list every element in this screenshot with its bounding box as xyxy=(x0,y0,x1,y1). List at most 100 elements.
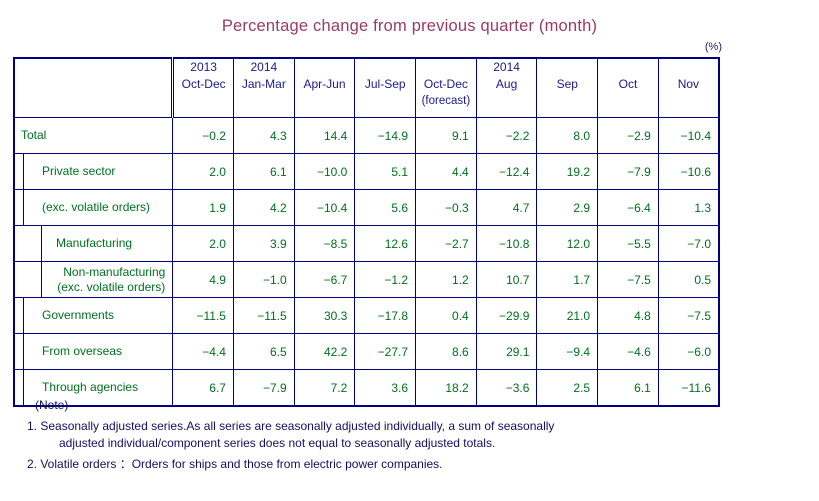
notes-heading: (Note) xyxy=(35,398,69,412)
data-cell: 29.1 xyxy=(475,333,538,370)
header-year: 2014 xyxy=(250,60,278,74)
header-quarter-3: Jul-Sep xyxy=(354,57,417,118)
data-cell: 1.7 xyxy=(536,261,599,298)
data-cell: 14.4 xyxy=(293,117,356,154)
header-year xyxy=(598,59,658,76)
header-year xyxy=(659,59,718,76)
data-cell: 12.6 xyxy=(354,225,417,262)
row-label-cell: Non-manufacturing (exc. volatile orders) xyxy=(13,261,174,298)
header-year: 2013 xyxy=(190,60,217,74)
data-cell: −7.5 xyxy=(657,297,720,334)
data-cell: −27.7 xyxy=(354,333,417,370)
header-year xyxy=(295,59,355,76)
header-period: Nov xyxy=(677,77,700,91)
data-cell: 10.7 xyxy=(475,261,538,298)
data-cell: −4.4 xyxy=(172,333,234,370)
header-month-2: Oct xyxy=(597,57,659,118)
row-label-indent: Non-manufacturing (exc. volatile orders) xyxy=(41,262,165,297)
data-cell: 3.9 xyxy=(232,225,295,262)
data-cell: 1.9 xyxy=(172,189,234,226)
data-cell: −2.2 xyxy=(475,117,538,154)
data-cell: −12.4 xyxy=(475,153,538,190)
data-cell: −8.5 xyxy=(293,225,356,262)
data-cell: −11.5 xyxy=(172,297,234,334)
data-cell: 30.3 xyxy=(293,297,356,334)
note-item: 1. Seasonally adjusted series.As all ser… xyxy=(13,418,793,452)
data-cell: 4.4 xyxy=(415,153,477,190)
data-cell: −29.9 xyxy=(475,297,538,334)
data-cell: 4.2 xyxy=(232,189,295,226)
data-cell: −4.6 xyxy=(597,333,659,370)
table-row: (exc. volatile orders) 1.9 4.2 −10.4 5.6 −0.3… xyxy=(13,189,720,226)
data-cell: 0.4 xyxy=(415,297,477,334)
header-quarter-1: 2014 Jan-Mar xyxy=(232,57,295,118)
notes-section: (Note) 1. Seasonally adjusted series.As … xyxy=(13,398,793,477)
data-cell: 4.9 xyxy=(172,261,234,298)
data-cell: −0.3 xyxy=(415,189,477,226)
data-cell: −9.4 xyxy=(536,333,599,370)
page-title: Percentage change from previous quarter … xyxy=(221,17,598,35)
data-cell: 2.0 xyxy=(172,153,234,190)
row-label-cell: Governments xyxy=(13,297,174,334)
data-cell: 5.1 xyxy=(354,153,417,190)
note-line-continued: adjusted individual/component series doe… xyxy=(59,436,496,450)
data-cell: 4.7 xyxy=(475,189,538,226)
row-label-text: Non-manufacturing xyxy=(63,264,166,279)
data-cell: −5.5 xyxy=(597,225,659,262)
header-subnote: (forecast) xyxy=(421,95,471,107)
row-label-indent: (exc. volatile orders) xyxy=(23,190,165,225)
table-row: Governments −11.5 −11.5 30.3 −17.8 0.4 −29.9 21… xyxy=(13,297,720,334)
data-cell: −0.2 xyxy=(172,117,234,154)
data-cell: 19.2 xyxy=(536,153,599,190)
data-cell: 5.6 xyxy=(354,189,417,226)
data-cell: −10.8 xyxy=(475,225,538,262)
data-cell: 1.3 xyxy=(657,189,720,226)
data-cell: 6.5 xyxy=(232,333,295,370)
data-cell: −10.0 xyxy=(293,153,356,190)
data-cell: 12.0 xyxy=(536,225,599,262)
row-label-text: Manufacturing xyxy=(56,236,133,250)
header-year xyxy=(355,59,415,76)
data-cell: −7.9 xyxy=(597,153,659,190)
header-period: Jul-Sep xyxy=(364,77,406,91)
data-cell: 2.9 xyxy=(536,189,599,226)
data-cell: 8.0 xyxy=(536,117,599,154)
header-month-1: Sep xyxy=(536,57,599,118)
header-quarter-4: Oct-Dec (forecast) xyxy=(415,57,477,118)
row-label-text: From overseas xyxy=(42,344,123,358)
data-cell: −7.5 xyxy=(597,261,659,298)
row-label-cell: Total xyxy=(13,117,174,154)
header-month-3: Nov xyxy=(657,57,720,118)
row-label-indent: Total xyxy=(15,118,165,153)
table-row: Non-manufacturing (exc. volatile orders) 4… xyxy=(13,261,720,298)
table-header-row: 2013 Oct-Dec 2014 Jan-Mar Apr-Jun Jul-Sep O… xyxy=(13,57,720,118)
data-cell: −1.2 xyxy=(354,261,417,298)
header-year: 2014 xyxy=(493,60,520,74)
table-row: Manufacturing 2.0 3.9 −8.5 12.6 −2.7 −10.8 12.0… xyxy=(13,225,720,262)
data-cell: 8.6 xyxy=(415,333,477,370)
header-month-0: 2014 Aug xyxy=(475,57,538,118)
note-line: 2. Volatile orders ：Orders for ships and… xyxy=(27,457,443,471)
unit-label: (%) xyxy=(704,41,722,53)
data-cell: −10.4 xyxy=(293,189,356,226)
data-cell: −14.9 xyxy=(354,117,417,154)
data-cell: −6.4 xyxy=(597,189,659,226)
data-cell: 0.5 xyxy=(657,261,720,298)
row-label-subtext: (exc. volatile orders) xyxy=(57,279,166,294)
header-period: Oct-Dec xyxy=(423,77,468,91)
data-cell: 1.2 xyxy=(415,261,477,298)
header-blank-cell xyxy=(13,57,175,118)
data-cell: 2.0 xyxy=(172,225,234,262)
table-row: From overseas −4.4 6.5 42.2 −27.7 8.6 29.1 −9.4… xyxy=(13,333,720,370)
row-label-indent: Governments xyxy=(23,298,165,333)
data-cell: 4.3 xyxy=(232,117,295,154)
row-label-cell: Private sector xyxy=(13,153,174,190)
data-cell: −10.4 xyxy=(657,117,720,154)
row-label-cell: Manufacturing xyxy=(13,225,174,262)
row-label-cell: (exc. volatile orders) xyxy=(13,189,174,226)
data-cell: 6.1 xyxy=(232,153,295,190)
header-period: Sep xyxy=(556,77,578,91)
header-year xyxy=(537,59,597,76)
header-quarter-0: 2013 Oct-Dec xyxy=(172,57,234,118)
data-cell: 4.8 xyxy=(597,297,659,334)
